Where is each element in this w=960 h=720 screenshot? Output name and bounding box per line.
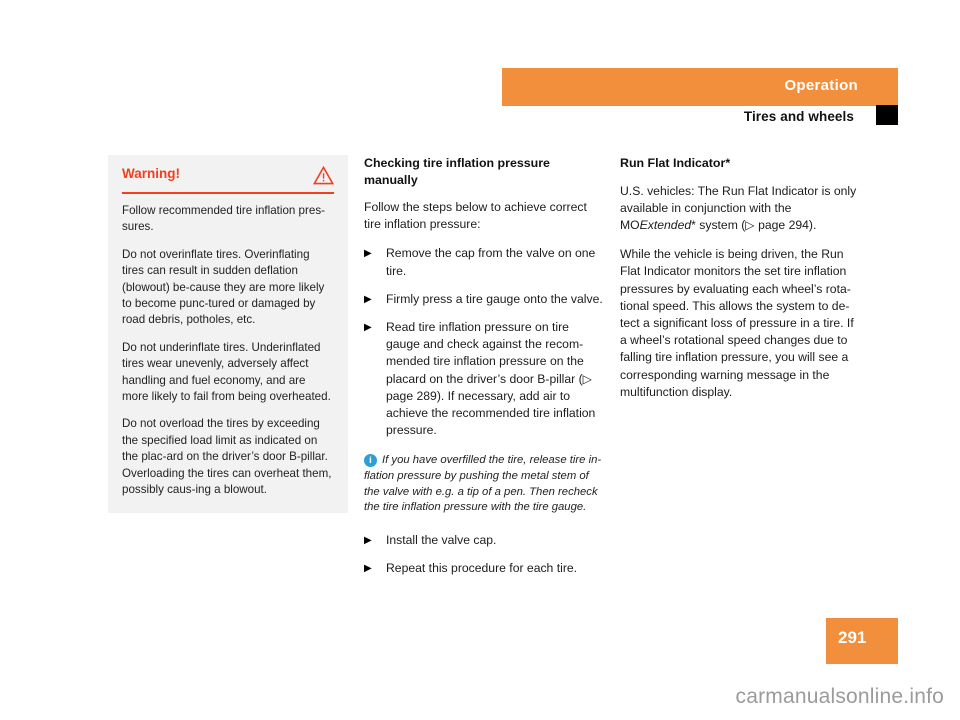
info-note: i If you have overfilled the tire, releas… <box>364 453 604 515</box>
page-number: 291 <box>838 628 867 647</box>
warning-divider <box>122 192 334 194</box>
moextended-trademark: Extended <box>639 217 692 232</box>
warning-triangle-icon <box>313 166 334 185</box>
list-item: ▶ Repeat this procedure for each tire. <box>364 560 604 577</box>
header-orange-band: Operation <box>502 68 898 105</box>
watermark: carmanualsonline.info <box>735 685 944 708</box>
bullet-triangle-icon: ▶ <box>364 322 372 334</box>
section-heading-checking-pressure: Checking tire inflation pressure manuall… <box>364 156 550 187</box>
run-flat-p1-text-b: * system (▷ page 294). <box>691 217 817 232</box>
list-item: ▶ Remove the cap from the valve on one t… <box>364 245 604 279</box>
list-item-text: Firmly press a tire gauge onto the valve… <box>386 291 603 306</box>
steps-list-top: ▶ Remove the cap from the valve on one t… <box>364 245 604 439</box>
page-number-box: 291 <box>826 618 898 664</box>
list-item-text: Install the valve cap. <box>386 532 497 547</box>
chapter-thumb-tab <box>876 105 898 125</box>
intro-paragraph: Follow the steps below to achieve correc… <box>364 200 587 232</box>
column-left: Warning! Follow recommended tire inflati… <box>108 155 348 513</box>
warning-paragraph: Do not overinflate tires. Overinflating … <box>122 247 325 327</box>
run-flat-paragraph-1: U.S. vehicles: The Run Flat Indicator is… <box>620 183 860 235</box>
list-item: ▶ Read tire inflation pressure on tire g… <box>364 319 604 439</box>
run-flat-paragraph-2: While the vehicle is being driven, the R… <box>620 247 854 399</box>
list-item-text: Remove the cap from the valve on one tir… <box>386 246 596 278</box>
steps-list-bottom: ▶ Install the valve cap. ▶ Repeat this p… <box>364 532 604 577</box>
info-note-text: If you have overfilled the tire, release… <box>364 454 602 514</box>
bullet-triangle-icon: ▶ <box>364 293 372 305</box>
warning-header: Warning! <box>122 165 334 192</box>
header-divider-rule <box>502 105 898 106</box>
warning-paragraph: Do not underinflate tires. Underinflated… <box>122 340 331 404</box>
section-heading-run-flat-indicator: Run Flat Indicator* <box>620 156 731 170</box>
info-circle-icon: i <box>364 454 377 468</box>
warning-box: Warning! Follow recommended tire inflati… <box>108 155 348 513</box>
warning-paragraph: Follow recommended tire inflation pres-s… <box>122 204 325 234</box>
bullet-triangle-icon: ▶ <box>364 248 372 260</box>
warning-paragraph: Do not overload the tires by exceeding t… <box>122 417 332 497</box>
bullet-triangle-icon: ▶ <box>364 534 372 546</box>
column-middle: Checking tire inflation pressure manuall… <box>364 155 604 588</box>
bullet-triangle-icon: ▶ <box>364 563 372 575</box>
list-item: ▶ Install the valve cap. <box>364 532 604 549</box>
column-right: Run Flat Indicator* U.S. vehicles: The R… <box>620 155 860 413</box>
list-item: ▶ Firmly press a tire gauge onto the val… <box>364 291 604 308</box>
page-title: Operation <box>784 77 858 94</box>
list-item-text: Read tire inflation pressure on tire gau… <box>386 320 596 438</box>
list-item-text: Repeat this procedure for each tire. <box>386 561 578 576</box>
header-subtitle: Tires and wheels <box>743 109 854 124</box>
warning-title: Warning! <box>122 166 180 181</box>
